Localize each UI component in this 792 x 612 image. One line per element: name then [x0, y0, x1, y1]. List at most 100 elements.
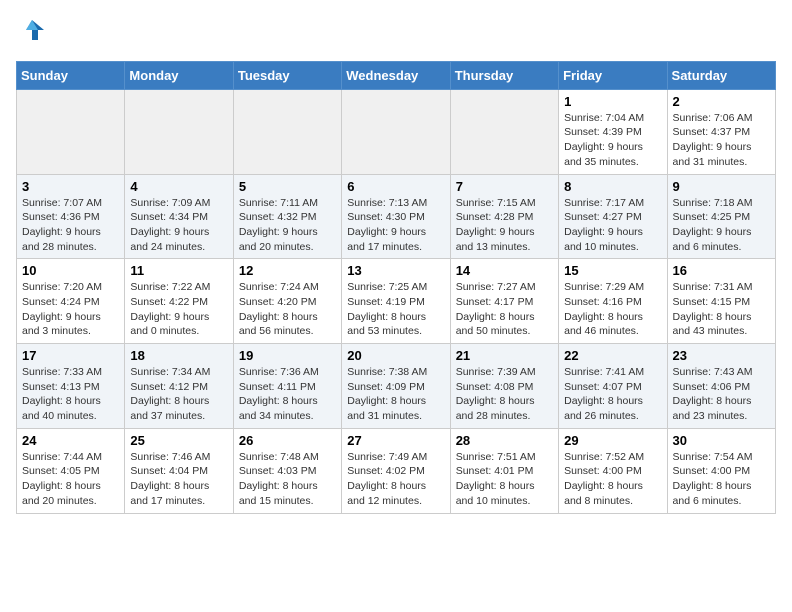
day-info: Sunrise: 7:46 AMSunset: 4:04 PMDaylight:…	[130, 450, 227, 509]
day-info: Sunrise: 7:52 AMSunset: 4:00 PMDaylight:…	[564, 450, 661, 509]
day-info: Sunrise: 7:20 AMSunset: 4:24 PMDaylight:…	[22, 280, 119, 339]
day-number: 12	[239, 263, 336, 278]
calendar-cell: 1Sunrise: 7:04 AMSunset: 4:39 PMDaylight…	[559, 89, 667, 174]
page-header	[16, 16, 776, 49]
calendar-cell: 10Sunrise: 7:20 AMSunset: 4:24 PMDayligh…	[17, 259, 125, 344]
day-info: Sunrise: 7:33 AMSunset: 4:13 PMDaylight:…	[22, 365, 119, 424]
day-number: 5	[239, 179, 336, 194]
day-number: 24	[22, 433, 119, 448]
calendar-cell: 28 Sunrise: 7:51 AMSunset: 4:01 PMDayligh…	[450, 428, 558, 513]
day-info: Sunrise: 7:44 AMSunset: 4:05 PMDaylight:…	[22, 450, 119, 509]
calendar-cell: 25 Sunrise: 7:46 AMSunset: 4:04 PMDayligh…	[125, 428, 233, 513]
calendar-cell: 8 Sunrise: 7:17 AMSunset: 4:27 PMDaylight…	[559, 174, 667, 259]
calendar-cell: 18 Sunrise: 7:34 AMSunset: 4:12 PMDayligh…	[125, 344, 233, 429]
day-number: 18	[130, 348, 227, 363]
calendar-day-header: Thursday	[450, 61, 558, 89]
calendar-cell	[125, 89, 233, 174]
day-info: Sunrise: 7:18 AMSunset: 4:25 PMDaylight:…	[673, 196, 770, 255]
day-number: 22	[564, 348, 661, 363]
calendar-cell: 21 Sunrise: 7:39 AMSunset: 4:08 PMDayligh…	[450, 344, 558, 429]
calendar-header-row: SundayMondayTuesdayWednesdayThursdayFrid…	[17, 61, 776, 89]
calendar-cell: 2 Sunrise: 7:06 AMSunset: 4:37 PMDaylight…	[667, 89, 775, 174]
day-number: 4	[130, 179, 227, 194]
calendar-cell: 16Sunrise: 7:31 AMSunset: 4:15 PMDayligh…	[667, 259, 775, 344]
day-number: 14	[456, 263, 553, 278]
calendar-cell: 5Sunrise: 7:11 AMSunset: 4:32 PMDaylight…	[233, 174, 341, 259]
day-number: 15	[564, 263, 661, 278]
logo	[16, 16, 46, 49]
calendar-cell	[342, 89, 450, 174]
day-number: 23	[673, 348, 770, 363]
calendar-cell: 13Sunrise: 7:25 AMSunset: 4:19 PMDayligh…	[342, 259, 450, 344]
day-info: Sunrise: 7:24 AMSunset: 4:20 PMDaylight:…	[239, 280, 336, 339]
day-info: Sunrise: 7:06 AMSunset: 4:37 PMDaylight:…	[673, 111, 770, 170]
day-info: Sunrise: 7:17 AMSunset: 4:27 PMDaylight:…	[564, 196, 661, 255]
day-info: Sunrise: 7:07 AMSunset: 4:36 PMDaylight:…	[22, 196, 119, 255]
day-number: 30	[673, 433, 770, 448]
day-info: Sunrise: 7:34 AMSunset: 4:12 PMDaylight:…	[130, 365, 227, 424]
logo-text	[16, 16, 46, 49]
calendar-cell: 22Sunrise: 7:41 AMSunset: 4:07 PMDayligh…	[559, 344, 667, 429]
day-number: 20	[347, 348, 444, 363]
calendar-cell: 29Sunrise: 7:52 AMSunset: 4:00 PMDayligh…	[559, 428, 667, 513]
day-info: Sunrise: 7:54 AMSunset: 4:00 PMDaylight:…	[673, 450, 770, 509]
day-number: 21	[456, 348, 553, 363]
calendar-cell: 24 Sunrise: 7:44 AMSunset: 4:05 PMDayligh…	[17, 428, 125, 513]
day-info: Sunrise: 7:25 AMSunset: 4:19 PMDaylight:…	[347, 280, 444, 339]
day-info: Sunrise: 7:51 AMSunset: 4:01 PMDaylight:…	[456, 450, 553, 509]
calendar-cell: 19Sunrise: 7:36 AMSunset: 4:11 PMDayligh…	[233, 344, 341, 429]
day-info: Sunrise: 7:48 AMSunset: 4:03 PMDaylight:…	[239, 450, 336, 509]
day-number: 7	[456, 179, 553, 194]
calendar-cell: 6 Sunrise: 7:13 AMSunset: 4:30 PMDaylight…	[342, 174, 450, 259]
day-info: Sunrise: 7:38 AMSunset: 4:09 PMDaylight:…	[347, 365, 444, 424]
calendar-cell: 15 Sunrise: 7:29 AMSunset: 4:16 PMDayligh…	[559, 259, 667, 344]
day-info: Sunrise: 7:15 AMSunset: 4:28 PMDaylight:…	[456, 196, 553, 255]
calendar-week-row: 1Sunrise: 7:04 AMSunset: 4:39 PMDaylight…	[17, 89, 776, 174]
day-number: 17	[22, 348, 119, 363]
day-number: 28	[456, 433, 553, 448]
calendar-cell: 17 Sunrise: 7:33 AMSunset: 4:13 PMDayligh…	[17, 344, 125, 429]
calendar-day-header: Saturday	[667, 61, 775, 89]
day-number: 9	[673, 179, 770, 194]
calendar-cell: 12 Sunrise: 7:24 AMSunset: 4:20 PMDayligh…	[233, 259, 341, 344]
calendar-cell: 14 Sunrise: 7:27 AMSunset: 4:17 PMDayligh…	[450, 259, 558, 344]
calendar-cell: 4 Sunrise: 7:09 AMSunset: 4:34 PMDaylight…	[125, 174, 233, 259]
day-info: Sunrise: 7:22 AMSunset: 4:22 PMDaylight:…	[130, 280, 227, 339]
day-number: 6	[347, 179, 444, 194]
calendar-day-header: Wednesday	[342, 61, 450, 89]
day-number: 3	[22, 179, 119, 194]
logo-icon	[18, 16, 46, 44]
calendar-cell: 3 Sunrise: 7:07 AMSunset: 4:36 PMDaylight…	[17, 174, 125, 259]
calendar-day-header: Friday	[559, 61, 667, 89]
calendar-day-header: Monday	[125, 61, 233, 89]
day-info: Sunrise: 7:04 AMSunset: 4:39 PMDaylight:…	[564, 111, 661, 170]
calendar-week-row: 24 Sunrise: 7:44 AMSunset: 4:05 PMDayligh…	[17, 428, 776, 513]
calendar-cell: 26Sunrise: 7:48 AMSunset: 4:03 PMDayligh…	[233, 428, 341, 513]
day-number: 25	[130, 433, 227, 448]
day-info: Sunrise: 7:31 AMSunset: 4:15 PMDaylight:…	[673, 280, 770, 339]
day-info: Sunrise: 7:49 AMSunset: 4:02 PMDaylight:…	[347, 450, 444, 509]
day-info: Sunrise: 7:27 AMSunset: 4:17 PMDaylight:…	[456, 280, 553, 339]
calendar-week-row: 10Sunrise: 7:20 AMSunset: 4:24 PMDayligh…	[17, 259, 776, 344]
calendar-cell: 9 Sunrise: 7:18 AMSunset: 4:25 PMDaylight…	[667, 174, 775, 259]
calendar-cell: 23Sunrise: 7:43 AMSunset: 4:06 PMDayligh…	[667, 344, 775, 429]
calendar-table: SundayMondayTuesdayWednesdayThursdayFrid…	[16, 61, 776, 514]
calendar-cell	[17, 89, 125, 174]
day-info: Sunrise: 7:29 AMSunset: 4:16 PMDaylight:…	[564, 280, 661, 339]
day-number: 2	[673, 94, 770, 109]
calendar-cell: 27 Sunrise: 7:49 AMSunset: 4:02 PMDayligh…	[342, 428, 450, 513]
day-info: Sunrise: 7:09 AMSunset: 4:34 PMDaylight:…	[130, 196, 227, 255]
calendar-cell: 30 Sunrise: 7:54 AMSunset: 4:00 PMDayligh…	[667, 428, 775, 513]
day-number: 8	[564, 179, 661, 194]
day-info: Sunrise: 7:39 AMSunset: 4:08 PMDaylight:…	[456, 365, 553, 424]
day-info: Sunrise: 7:13 AMSunset: 4:30 PMDaylight:…	[347, 196, 444, 255]
calendar-day-header: Sunday	[17, 61, 125, 89]
day-info: Sunrise: 7:36 AMSunset: 4:11 PMDaylight:…	[239, 365, 336, 424]
calendar-cell: 11 Sunrise: 7:22 AMSunset: 4:22 PMDayligh…	[125, 259, 233, 344]
day-number: 27	[347, 433, 444, 448]
calendar-cell	[233, 89, 341, 174]
calendar-week-row: 17 Sunrise: 7:33 AMSunset: 4:13 PMDayligh…	[17, 344, 776, 429]
calendar-day-header: Tuesday	[233, 61, 341, 89]
calendar-cell: 20 Sunrise: 7:38 AMSunset: 4:09 PMDayligh…	[342, 344, 450, 429]
day-number: 11	[130, 263, 227, 278]
